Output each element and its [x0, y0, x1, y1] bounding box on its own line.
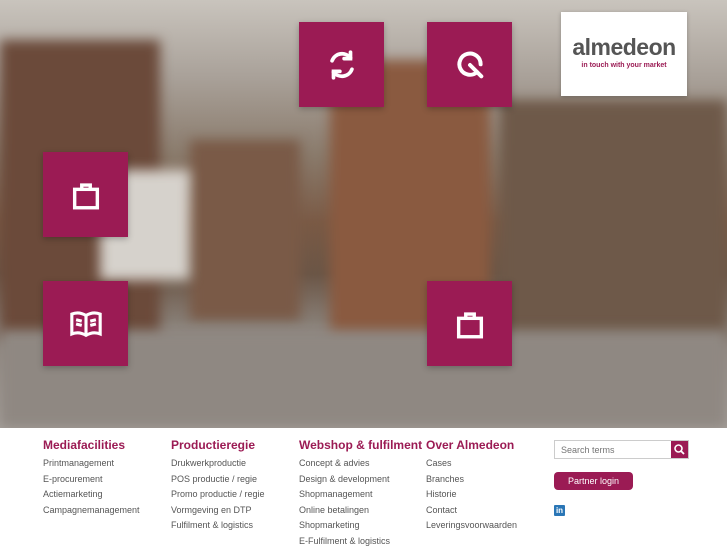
footer-link[interactable]: Branches: [426, 472, 517, 488]
shopping-bag-icon: [456, 311, 483, 338]
tile-bag-1[interactable]: [43, 152, 128, 237]
q-logo-icon: [456, 51, 483, 78]
footer-link[interactable]: Promo productie / regie: [171, 487, 265, 503]
footer-link[interactable]: E-Fulfilment & logistics: [299, 534, 422, 550]
footer-link[interactable]: Cases: [426, 456, 517, 472]
tile-bag-2[interactable]: [427, 281, 512, 366]
footer-link[interactable]: Fulfilment & logistics: [171, 518, 265, 534]
footer-column-title[interactable]: Mediafacilities: [43, 438, 140, 452]
footer-link[interactable]: Contact: [426, 503, 517, 519]
footer-column: Mediafacilities Printmanagement E-procurem…: [43, 438, 140, 518]
partner-login-button[interactable]: Partner login: [554, 472, 633, 490]
logo-tagline: in touch with your market: [581, 62, 667, 69]
footer-column-title[interactable]: Over Almedeon: [426, 438, 517, 452]
footer-link[interactable]: Leveringsvoorwaarden: [426, 518, 517, 534]
footer-link[interactable]: Campagnemanagement: [43, 503, 140, 519]
logo[interactable]: almedeon in touch with your market: [561, 12, 687, 96]
tile-book[interactable]: [43, 281, 128, 366]
footer-column: Webshop & fulfilment Concept & advies Desi…: [299, 438, 422, 550]
footer-link[interactable]: Printmanagement: [43, 456, 140, 472]
footer-column: Productieregie Drukwerkproductie POS produ…: [171, 438, 265, 534]
logo-wordmark: almedeon: [572, 34, 676, 60]
footer-link[interactable]: Shopmarketing: [299, 518, 422, 534]
footer-link[interactable]: Concept & advies: [299, 456, 422, 472]
footer-link[interactable]: Vormgeving en DTP: [171, 503, 265, 519]
search-box: [554, 440, 689, 459]
footer-link[interactable]: POS productie / regie: [171, 472, 265, 488]
search-button[interactable]: [671, 441, 688, 458]
tile-refresh[interactable]: [299, 22, 384, 107]
refresh-icon: [329, 49, 354, 80]
footer-column-title[interactable]: Productieregie: [171, 438, 265, 452]
open-book-icon: [69, 310, 102, 337]
footer-link[interactable]: Online betalingen: [299, 503, 422, 519]
footer-link[interactable]: Design & development: [299, 472, 422, 488]
footer-link[interactable]: E-procurement: [43, 472, 140, 488]
search-input[interactable]: [555, 441, 673, 458]
footer-column-title[interactable]: Webshop & fulfilment: [299, 438, 422, 452]
footer-link[interactable]: Historie: [426, 487, 517, 503]
shopping-bag-icon: [72, 182, 99, 209]
linkedin-icon[interactable]: in: [554, 505, 565, 516]
tile-q-logo[interactable]: [427, 22, 512, 107]
search-icon: [674, 444, 685, 455]
footer-link[interactable]: Actiemarketing: [43, 487, 140, 503]
footer-link[interactable]: Drukwerkproductie: [171, 456, 265, 472]
footer-column: Over Almedeon Cases Branches Historie Contac…: [426, 438, 517, 534]
footer: Mediafacilities Printmanagement E-procurem…: [0, 428, 727, 546]
footer-link[interactable]: Shopmanagement: [299, 487, 422, 503]
